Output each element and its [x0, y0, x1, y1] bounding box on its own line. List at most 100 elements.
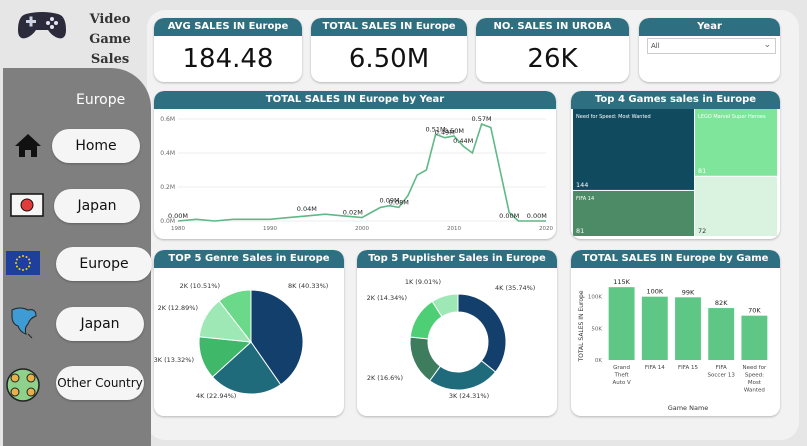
chevron-down-icon: ⌄: [763, 40, 771, 50]
app-title-line2: Sales: [90, 52, 130, 67]
treemap-tile-label: FIFA 14: [576, 196, 594, 202]
bar-chart-title: TOTAL SALES IN Europe by Game Name: [571, 250, 780, 282]
slice-label: 4K (35.74%): [495, 284, 535, 292]
kpi-value: 184.48: [182, 44, 274, 74]
bar-chart: 0K 50K 100K 115K Grand TheftAuto V 100K FIFA 14…: [578, 278, 768, 412]
bar-value-label: 99K: [682, 288, 695, 296]
eu-star: [15, 258, 18, 261]
treemap-tile: [695, 176, 777, 236]
x-tick-label: 2010: [447, 226, 461, 232]
line-chart-title: TOTAL SALES IN Europe by Year: [154, 91, 556, 109]
bar: [741, 315, 768, 360]
treemap-tile-value: 81: [698, 167, 706, 175]
slice-label: 8K (40.33%): [288, 282, 328, 290]
treemap-tile: [573, 109, 695, 190]
treemap-tile-label: LEGO Marvel Super Heroes: [698, 114, 766, 120]
x-tick-label: Most: [748, 380, 762, 386]
x-tick-label: FIFA: [716, 365, 727, 371]
bar-value-label: 100K: [646, 288, 663, 296]
kpi-value: 6.50M: [348, 44, 430, 74]
x-tick-label: Grand: [613, 365, 630, 371]
slice-label: 4K (22.94%): [196, 392, 236, 400]
y-tick-label: 100K: [588, 295, 602, 301]
treemap-tile-value: 81: [576, 227, 584, 235]
kpi-value: 26K: [527, 44, 578, 74]
eu-star: [22, 255, 24, 257]
line-chart-card: TOTAL SALES IN Europe by Year 0.0M 0.2M 0.…: [154, 91, 556, 239]
eu-star: [28, 258, 31, 261]
gamepad-icon: [18, 12, 66, 39]
slice-label: 2K (14.34%): [367, 294, 407, 302]
bar: [641, 296, 668, 360]
x-tick-label: FIFA 15: [678, 365, 698, 371]
slice-label: 2K (12.89%): [158, 304, 198, 312]
publisher-donut-card: Top 5 Puplisher Sales in Europe 4K (35.7…: [357, 250, 557, 416]
treemap-chart: Need for Speed: Most Wanted 144 LEGO Marve…: [573, 109, 777, 236]
bar-value-label: 82K: [715, 299, 728, 307]
treemap-title: Top 4 Games sales in Europe: [571, 91, 780, 109]
bar: [608, 287, 635, 360]
nav-europe-button[interactable]: Europe: [56, 247, 152, 281]
eu-star: [28, 265, 31, 268]
slice-label: 2K (10.51%): [180, 282, 220, 290]
publisher-donut-title: Top 5 Puplisher Sales in Europe: [357, 250, 557, 268]
data-label: 0.04M: [297, 205, 317, 213]
data-label: 0.00M: [168, 212, 188, 220]
nav-home-button[interactable]: Home: [52, 129, 140, 163]
y-tick-label: 0.2M: [160, 184, 175, 191]
bar-chart-card: TOTAL SALES IN Europe by Game Name 0K 50K…: [571, 250, 780, 416]
x-tick-label: 2000: [355, 226, 369, 232]
treemap-tile-value: 144: [576, 181, 588, 189]
data-label: 0.44M: [453, 137, 473, 145]
y-axis-title: TOTAL SALES IN Europe: [578, 290, 585, 362]
bar-value-label: 70K: [748, 307, 761, 315]
eu-star: [25, 255, 28, 258]
app-logo: Video Game Sales: [14, 6, 134, 67]
y-tick-label: 0.4M: [160, 150, 175, 157]
slice-label: 3K (24.31%): [449, 392, 489, 400]
home-icon[interactable]: [14, 132, 42, 158]
x-tick-label: Auto V: [612, 380, 631, 386]
year-dropdown[interactable]: All ⌄: [647, 38, 776, 54]
x-tick-label: Soccer 13: [708, 373, 736, 379]
slice-label: 2K (16.6%): [367, 374, 403, 382]
kpi-card-no-sales: NO. SALES IN UROBA 26K: [476, 18, 629, 82]
globe-icon: [6, 368, 40, 402]
genre-pie-title: TOP 5 Genre Sales in Europe: [154, 250, 344, 268]
data-label: 0.57M: [472, 115, 492, 123]
bar: [708, 308, 735, 360]
x-tick-label: Need for: [743, 365, 767, 371]
eu-star: [25, 268, 28, 271]
kpi-title: NO. SALES IN UROBA: [476, 18, 629, 36]
line-chart: 0.0M0.2M0.4M0.6M1980 1990 2000 2010 20200.00…: [160, 115, 553, 232]
eu-star: [18, 255, 21, 258]
kpi-title: AVG SALES IN Europe: [154, 18, 302, 36]
kpi-card-avg-sales: AVG SALES IN Europe 184.48: [154, 18, 302, 82]
eu-star: [29, 262, 31, 264]
treemap-tile-label: Need for Speed: Most Wanted: [576, 114, 651, 120]
nav-other-country-button[interactable]: Other Country: [56, 366, 144, 400]
x-tick-label: FIFA 14: [645, 365, 665, 371]
treemap-card: Top 4 Games sales in Europe Need for Spe…: [571, 91, 780, 239]
x-tick-label: Speed:: [745, 373, 764, 379]
x-tick-label: 2020: [539, 226, 553, 232]
publisher-donut-chart: 4K (35.74%) 3K (24.31%) 2K (16.6%) 2K (14.3…: [367, 278, 536, 400]
pie-slice: [457, 293, 507, 373]
data-label: 0.02M: [343, 209, 363, 217]
x-tick-label: Theft: [613, 373, 629, 379]
genre-pie-chart: 8K (40.33%) 4K (22.94%) 3K (13.32%) 2K (12.…: [154, 282, 328, 400]
eu-star: [22, 269, 24, 271]
nav-north-america-button[interactable]: Japan: [56, 307, 144, 341]
data-label: 0.08M: [389, 198, 409, 206]
app-title: Video Game Sales: [86, 10, 134, 70]
year-filter-title: Year: [639, 18, 780, 36]
data-label: 0.50M: [444, 127, 464, 135]
sidebar-region-title: Europe: [76, 92, 126, 108]
app-title-line1: Video Game: [89, 12, 131, 47]
slice-label: 1K (9.01%): [405, 278, 441, 286]
line-series: [177, 123, 546, 222]
kpi-card-total-sales: TOTAL SALES IN Europe 6.50M: [311, 18, 467, 82]
eu-star: [15, 265, 18, 268]
nav-japan-button[interactable]: Japan: [54, 189, 140, 223]
x-axis-title: Game Name: [668, 404, 709, 412]
